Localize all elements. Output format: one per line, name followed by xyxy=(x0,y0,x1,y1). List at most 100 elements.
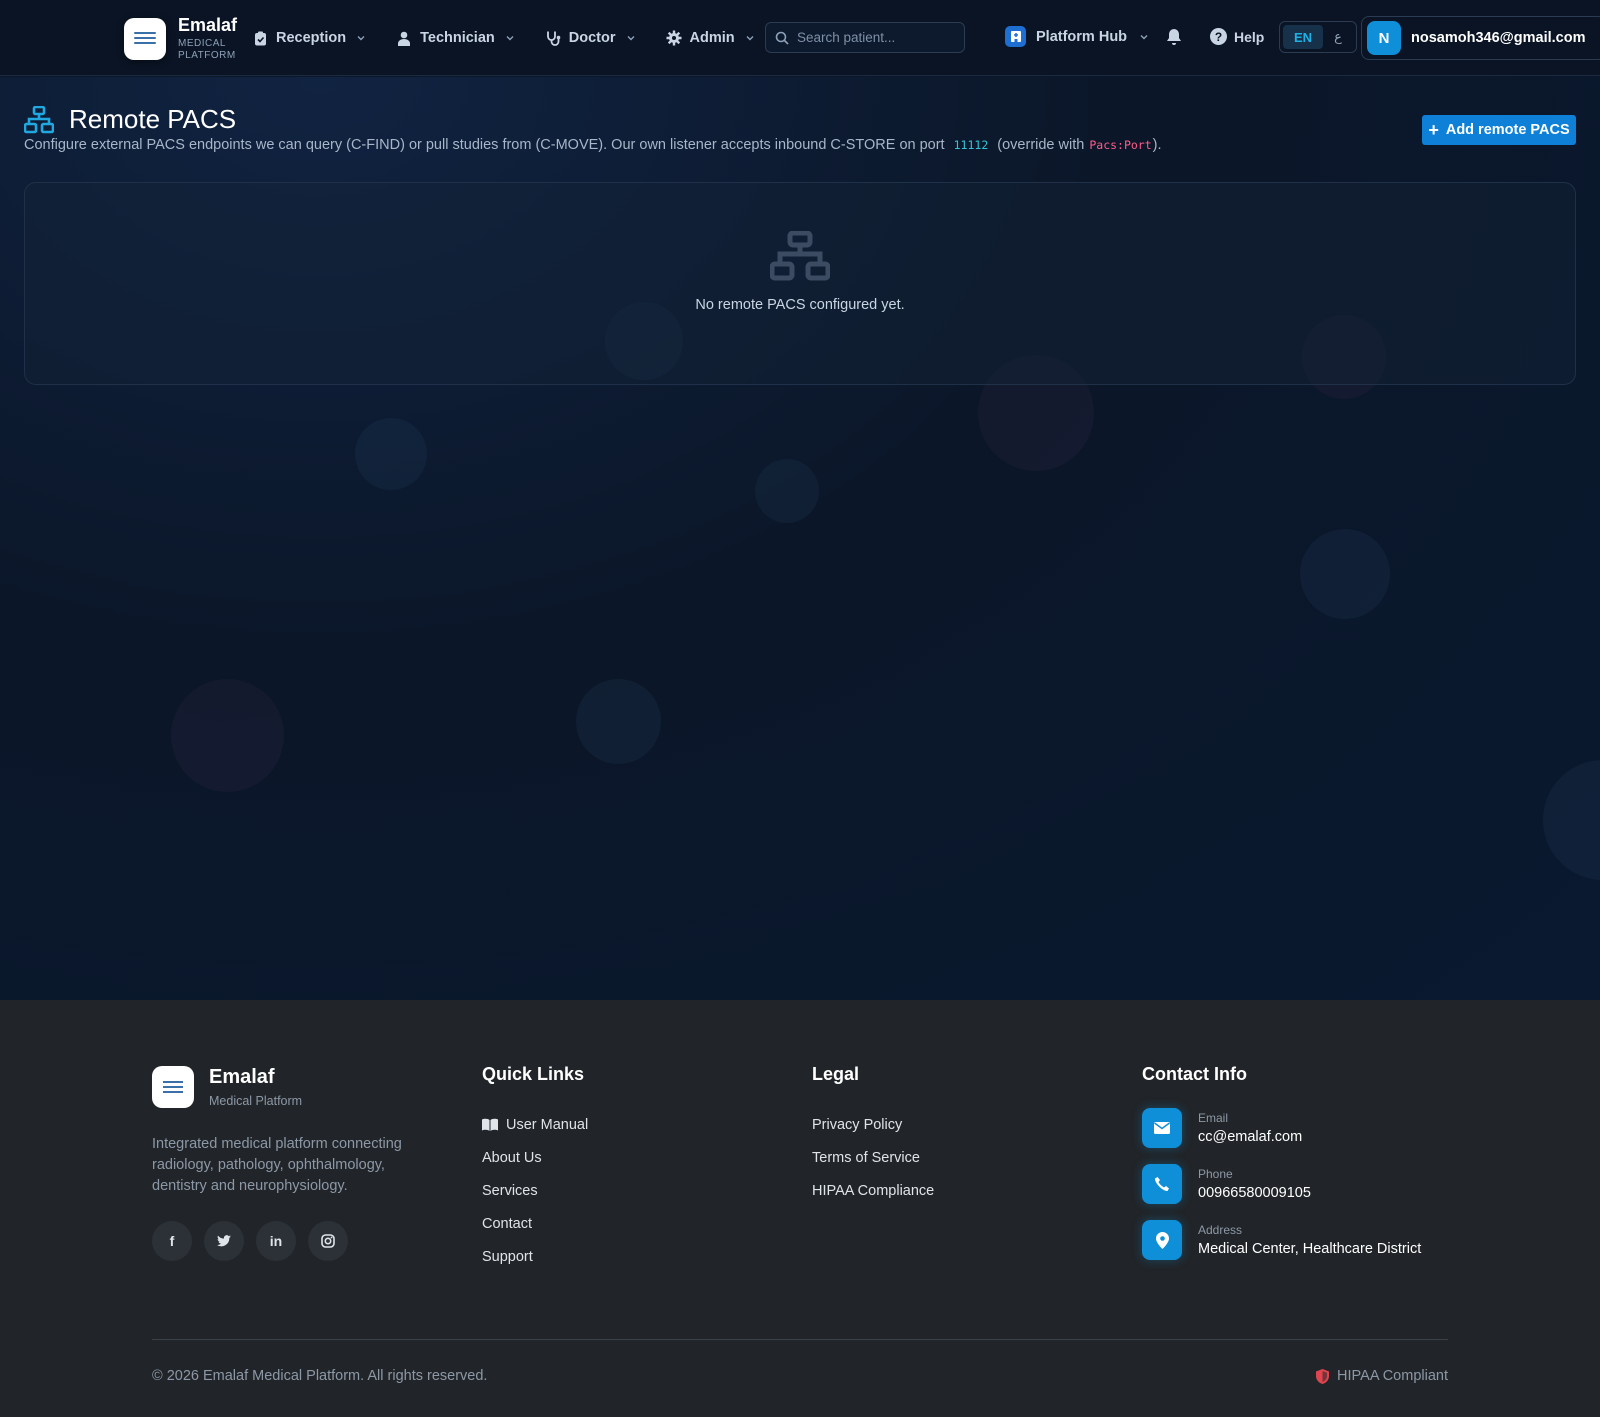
nav-reception[interactable]: Reception xyxy=(252,30,366,46)
page-header: Remote PACS xyxy=(24,104,236,135)
empty-state-text: No remote PACS configured yet. xyxy=(695,297,905,313)
search-icon xyxy=(775,31,789,45)
help-link[interactable]: ? Help xyxy=(1210,28,1264,45)
footer-link-support[interactable]: Support xyxy=(482,1240,588,1273)
search-input[interactable] xyxy=(797,30,957,45)
lang-en-button[interactable]: EN xyxy=(1283,25,1323,49)
footer-link-user-manual[interactable]: User Manual xyxy=(482,1108,588,1141)
nav-doctor-label: Doctor xyxy=(568,30,616,46)
nav-technician[interactable]: Technician xyxy=(396,30,515,46)
footer-brand: Emalaf Medical Platform xyxy=(152,1066,302,1108)
footer-divider xyxy=(152,1339,1448,1340)
quick-links-title: Quick Links xyxy=(482,1064,585,1084)
brand-logo xyxy=(152,1066,194,1108)
platform-hub-menu[interactable]: Platform Hub xyxy=(1005,26,1149,47)
page-description: Configure external PACS endpoints we can… xyxy=(24,137,1162,153)
chevron-down-icon xyxy=(506,36,514,41)
desc-text: Configure external PACS endpoints we can… xyxy=(24,137,945,153)
facebook-icon[interactable]: f xyxy=(152,1221,192,1261)
contact-value[interactable]: cc@emalaf.com xyxy=(1198,1129,1302,1145)
footer-link-contact[interactable]: Contact xyxy=(482,1207,588,1240)
avatar: N xyxy=(1367,21,1401,55)
stethoscope-icon xyxy=(545,30,561,46)
empty-state-card: No remote PACS configured yet. xyxy=(24,182,1576,385)
help-label: Help xyxy=(1234,28,1265,45)
contact-label: Phone xyxy=(1198,1167,1233,1181)
main-nav: Reception Technician Doctor Admin xyxy=(252,0,785,76)
legal-title: Legal xyxy=(812,1064,860,1084)
port-number: 11112 xyxy=(953,138,989,152)
background-bubble xyxy=(1543,760,1600,880)
nav-admin[interactable]: Admin xyxy=(666,30,755,46)
contact-phone: Phone 00966580009105 xyxy=(1142,1164,1421,1204)
question-circle-icon: ? xyxy=(1210,28,1227,45)
footer-link-services[interactable]: Services xyxy=(482,1174,588,1207)
brand[interactable]: Emalaf MEDICAL PLATFORM xyxy=(124,16,248,62)
clipboard-icon xyxy=(252,30,268,46)
chevron-down-icon xyxy=(627,36,634,41)
contact-column: Contact Info Email cc@emalaf.com Phone 0… xyxy=(1142,1064,1421,1276)
contact-value: Medical Center, Healthcare District xyxy=(1198,1241,1422,1257)
background-bubble xyxy=(755,459,819,523)
nav-admin-label: Admin xyxy=(689,30,735,46)
add-remote-pacs-button[interactable]: + Add remote PACS xyxy=(1422,115,1576,145)
user-email: nosamoh346@gmail.com xyxy=(1411,30,1586,46)
twitter-icon[interactable] xyxy=(204,1221,244,1261)
background-bubble xyxy=(1300,529,1390,619)
contact-value[interactable]: 00966580009105 xyxy=(1198,1185,1311,1201)
top-navbar: Emalaf MEDICAL PLATFORM Reception Techni… xyxy=(0,0,1600,76)
user-tie-icon xyxy=(396,30,412,46)
brand-logo xyxy=(124,18,166,60)
network-icon xyxy=(24,105,54,133)
footer-brand-name: Emalaf xyxy=(209,1066,275,1088)
social-links: f in xyxy=(152,1221,360,1261)
hospital-icon xyxy=(1005,26,1026,47)
footer-brand-subtitle: Medical Platform xyxy=(209,1094,303,1108)
chevron-down-icon xyxy=(1140,34,1148,39)
phone-icon xyxy=(1142,1164,1182,1204)
chevron-down-icon xyxy=(746,36,754,41)
main-content: Remote PACS Configure external PACS endp… xyxy=(0,77,1600,1000)
page-title: Remote PACS xyxy=(69,104,237,134)
add-remote-pacs-label: Add remote PACS xyxy=(1445,122,1570,138)
language-switcher: EN ع xyxy=(1279,21,1357,53)
user-menu[interactable]: N nosamoh346@gmail.com xyxy=(1361,16,1600,60)
config-key: Pacs:Port xyxy=(1089,138,1152,152)
map-pin-icon xyxy=(1142,1220,1182,1260)
copyright: © 2026 Emalaf Medical Platform. All righ… xyxy=(152,1368,488,1384)
footer-description: Integrated medical platform connecting r… xyxy=(152,1136,402,1194)
desc-text: ). xyxy=(1152,137,1162,153)
footer-link-terms[interactable]: Terms of Service xyxy=(812,1141,934,1174)
brand-name: Emalaf xyxy=(178,15,238,35)
contact-email: Email cc@emalaf.com xyxy=(1142,1108,1421,1148)
background-bubble xyxy=(576,679,661,764)
contact-title: Contact Info xyxy=(1142,1064,1247,1084)
nav-doctor[interactable]: Doctor xyxy=(545,30,636,46)
notifications-bell-icon[interactable] xyxy=(1166,28,1182,51)
footer-link-about[interactable]: About Us xyxy=(482,1141,588,1174)
desc-text: (override with xyxy=(997,137,1085,153)
quick-links-column: Quick Links User Manual About Us Service… xyxy=(482,1064,588,1273)
plus-icon: + xyxy=(1428,120,1439,140)
patient-search[interactable] xyxy=(765,22,965,53)
legal-column: Legal Privacy Policy Terms of Service HI… xyxy=(812,1064,934,1207)
brand-subtitle: MEDICAL PLATFORM xyxy=(178,38,236,61)
chevron-down-icon xyxy=(357,36,365,41)
lang-ar-button[interactable]: ع xyxy=(1323,29,1353,45)
nav-reception-label: Reception xyxy=(276,30,347,46)
network-icon xyxy=(770,231,830,281)
gear-icon xyxy=(666,30,682,46)
linkedin-icon[interactable]: in xyxy=(256,1221,296,1261)
footer: Emalaf Medical Platform Integrated medic… xyxy=(0,1000,1600,1417)
shield-icon xyxy=(1316,1368,1330,1384)
footer-link-privacy[interactable]: Privacy Policy xyxy=(812,1108,934,1141)
hipaa-badge: HIPAA Compliant xyxy=(1316,1368,1448,1384)
hipaa-badge-label: HIPAA Compliant xyxy=(1337,1368,1448,1384)
instagram-icon[interactable] xyxy=(308,1221,348,1261)
contact-address: Address Medical Center, Healthcare Distr… xyxy=(1142,1220,1421,1260)
platform-hub-label: Platform Hub xyxy=(1036,28,1128,45)
nav-technician-label: Technician xyxy=(420,30,495,46)
footer-link-hipaa[interactable]: HIPAA Compliance xyxy=(812,1174,934,1207)
envelope-icon xyxy=(1142,1108,1182,1148)
contact-label: Email xyxy=(1198,1111,1229,1125)
